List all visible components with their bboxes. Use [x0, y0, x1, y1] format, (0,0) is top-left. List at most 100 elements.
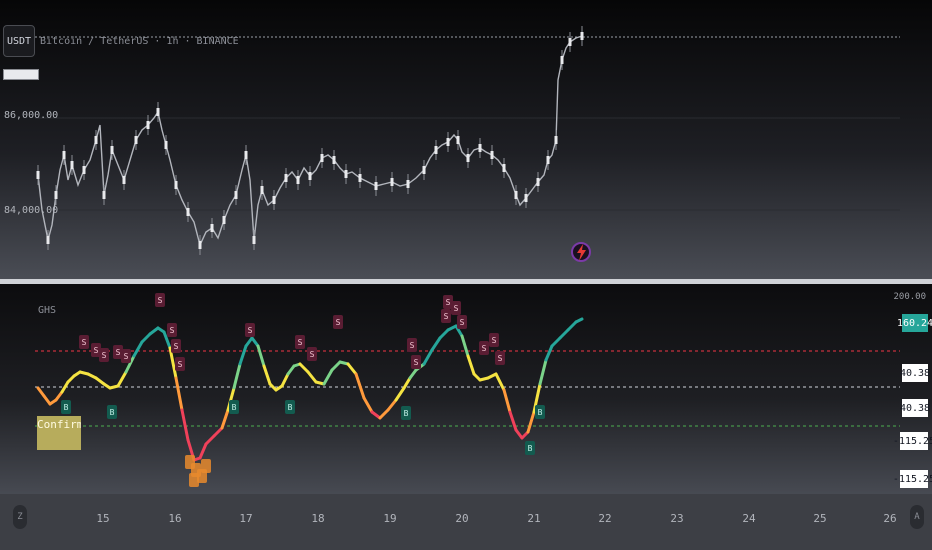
candle-body	[554, 136, 558, 144]
candle-body	[174, 181, 178, 189]
sell-signal-label: S	[414, 358, 419, 367]
candle-body	[272, 196, 276, 204]
candle-body	[252, 236, 256, 244]
price-axis-label: 86,000.00	[4, 110, 59, 121]
sell-signal-label: S	[158, 296, 163, 305]
candle-body	[234, 191, 238, 199]
oscillator-segment	[566, 320, 578, 332]
oscillator-segment	[212, 426, 224, 438]
candle-body	[502, 164, 506, 172]
oscillator-segment	[298, 362, 310, 374]
candle-body	[358, 174, 362, 182]
sell-signal-label: S	[498, 354, 503, 363]
candle-body	[568, 38, 572, 46]
time-axis-day: 18	[311, 512, 325, 525]
signal-cluster-marker	[201, 459, 211, 473]
oscillator-segment	[204, 434, 216, 446]
oscillator-segment	[538, 358, 548, 386]
sell-signal-label: S	[116, 348, 121, 357]
time-axis-day: 20	[455, 512, 469, 525]
oscillator-segment	[330, 360, 342, 372]
buy-signal-label: B	[528, 444, 533, 453]
candle-body	[308, 172, 312, 180]
oscillator-segment	[544, 344, 554, 362]
oscillator-segment	[422, 348, 434, 366]
candle-body	[110, 146, 114, 154]
candle-body	[456, 136, 460, 144]
candle-body	[164, 141, 168, 149]
sell-signal-label: S	[94, 346, 99, 355]
time-axis-day: 22	[598, 512, 612, 525]
candle-body	[260, 186, 264, 194]
oscillator-segment	[174, 376, 184, 412]
indicator-axis-top-label: 200.00	[893, 292, 926, 302]
oscillator-segment	[238, 344, 248, 366]
candle-body	[446, 138, 450, 146]
candle-body	[156, 108, 160, 116]
candle-body	[134, 136, 138, 144]
candle-body	[94, 136, 98, 144]
candle-body	[62, 151, 66, 159]
current-value-tag: 160.24	[897, 314, 932, 332]
symbol-logo[interactable]: USDT	[3, 25, 35, 57]
price-line	[37, 35, 583, 248]
scroll-right-button[interactable]: A	[910, 505, 924, 529]
candle-body	[198, 241, 202, 249]
sell-signal-label: S	[482, 344, 487, 353]
sell-signal-label: S	[460, 318, 465, 327]
oscillator-segment	[394, 386, 406, 402]
time-axis-day: 15	[96, 512, 110, 525]
oscillator-segment	[502, 388, 512, 414]
candle-body	[514, 191, 518, 199]
sell-signal-label: S	[170, 326, 175, 335]
candle-body	[82, 166, 86, 174]
time-axis-day: 25	[813, 512, 827, 525]
indicator-title[interactable]: GHS	[38, 305, 56, 316]
time-axis-day: 19	[383, 512, 397, 525]
sell-signal-label: S	[174, 342, 179, 351]
candle-body	[46, 236, 50, 244]
sell-signal-label: S	[102, 351, 107, 360]
oscillator-segment	[460, 334, 470, 358]
candle-body	[284, 174, 288, 182]
candle-body	[54, 191, 58, 199]
oscillator-segment	[558, 328, 570, 340]
overbought-level-tag: 40.38	[900, 364, 930, 382]
change-indicator-box	[3, 69, 39, 80]
candle-body	[478, 144, 482, 152]
symbol-title[interactable]: Bitcoin / TetherUS · 1h · BINANCE	[40, 36, 239, 47]
buy-signal-label: B	[110, 408, 115, 417]
candle-body	[390, 178, 394, 186]
oscillator-segment	[140, 332, 152, 344]
overbought-level-tag-2: 40.38	[900, 399, 930, 417]
time-axis-day: 24	[742, 512, 756, 525]
candle-body	[536, 178, 540, 186]
oscillator-segment	[574, 317, 584, 324]
candle-body	[122, 176, 126, 184]
buy-signal-label: B	[232, 403, 237, 412]
oscillator-segment	[322, 368, 334, 386]
oscillator-segment	[494, 372, 506, 392]
sell-signal-label: S	[248, 326, 253, 335]
oscillator-segment	[180, 408, 190, 442]
oversold-level-tag: -115.25	[893, 432, 932, 450]
sell-signal-label: S	[298, 338, 303, 347]
scroll-left-button[interactable]: Z	[13, 505, 27, 529]
oscillator-segment	[508, 410, 518, 432]
candle-body	[332, 156, 336, 164]
chart-canvas: SSSS S SSSSSSSSSSSSSSSSSBBB BBBB	[35, 26, 900, 487]
oscillator-segment	[354, 372, 366, 400]
time-axis-day: 26	[883, 512, 897, 525]
sell-signal-label: S	[178, 360, 183, 369]
oscillator-segment	[386, 398, 398, 412]
time-axis-day: 23	[670, 512, 684, 525]
time-axis-day: 17	[239, 512, 253, 525]
oscillator-segment	[430, 336, 442, 352]
oscillator-segment	[132, 340, 144, 358]
oversold-level-tag-2: -115.25	[893, 470, 932, 488]
sell-signal-label: S	[444, 312, 449, 321]
time-axis-day: 16	[168, 512, 182, 525]
sell-signal-label: S	[82, 338, 87, 347]
oscillator-segment	[262, 364, 272, 386]
oscillator-segment	[346, 362, 358, 376]
